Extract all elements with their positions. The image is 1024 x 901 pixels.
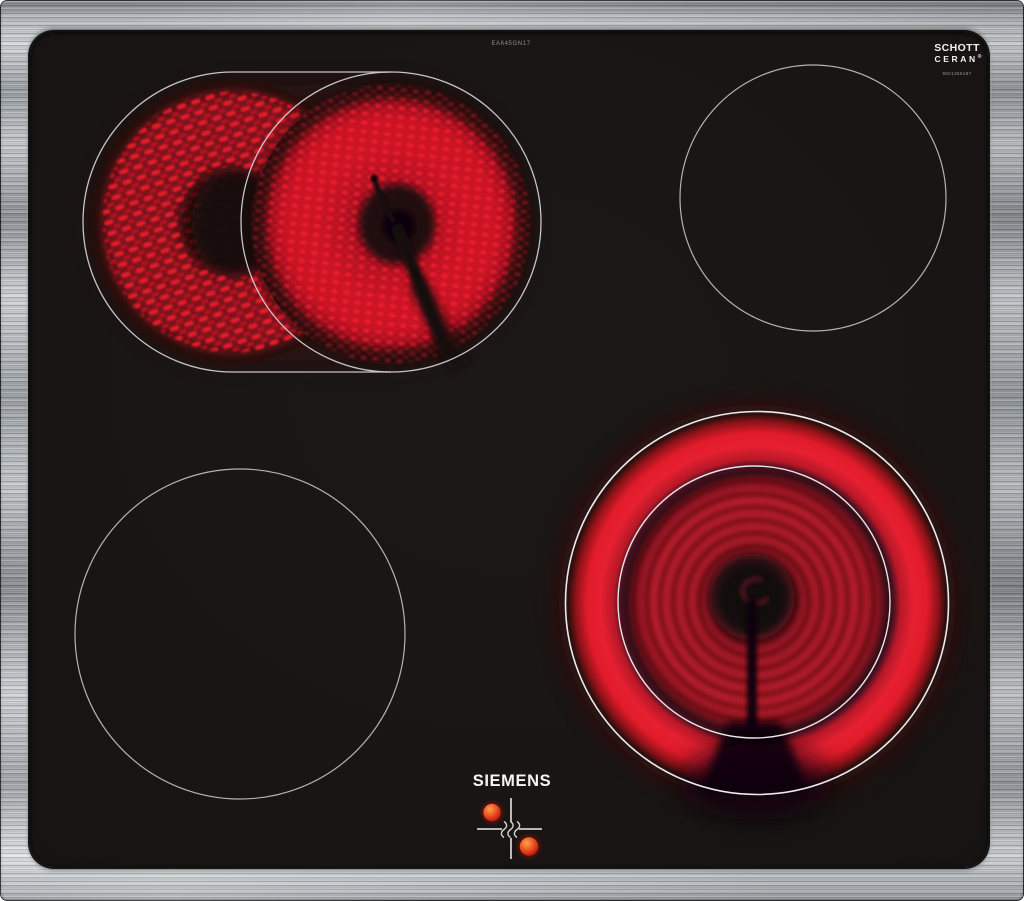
residual-heat-dot-front — [517, 835, 541, 858]
model-number-label: EA645GN17 — [491, 41, 531, 47]
glass-code-label: 9001355487 — [942, 70, 972, 76]
schott-ceran-logo: SCHOTT CERAN® 9001355487 — [932, 43, 982, 76]
siemens-logo: SIEMENS — [472, 772, 552, 790]
ceran-text: CERAN — [934, 53, 978, 64]
zone-back-right-outline — [679, 64, 947, 332]
cooktop-photo: EA645GN17 SCHOTT CERAN® 9001355487 SIEME… — [0, 0, 1024, 901]
schott-logo-line1: SCHOTT — [934, 42, 980, 54]
zone-front-left-outline — [74, 468, 406, 800]
heat-waves-icon — [500, 820, 521, 839]
schott-logo-line2: CERAN® — [934, 53, 982, 64]
zone-back-left-glow — [92, 81, 532, 369]
residual-heat-dot-back — [481, 801, 503, 824]
cooktop-graphics — [74, 64, 955, 859]
registered-mark: ® — [977, 54, 982, 60]
residual-heat-indicator — [477, 798, 542, 859]
